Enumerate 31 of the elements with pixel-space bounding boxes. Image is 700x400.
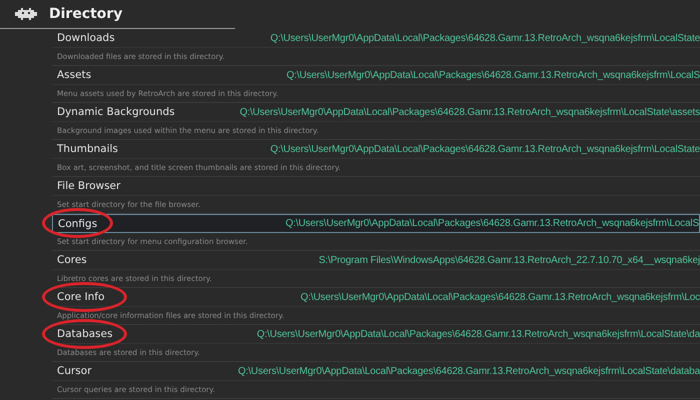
setting-value: Q:\Users\UserMgr0\AppData\Local\Packages\64628.Gamr.13.RetroArch_wsqna6kejsfrm\LocalState [269, 144, 700, 154]
setting-value: Q:\Users\UserMgr0\AppData\Local\Packages\64628.Gamr.13.RetroArch_wsqna6kejsfrm\Loc [299, 292, 700, 302]
setting-row[interactable]: File Browser [52, 177, 700, 196]
page-title: Directory [49, 6, 122, 22]
setting-value: Q:\Users\UserMgr0\AppData\Local\Packages\64628.Gamr.13.RetroArch_wsqna6kejsfrm\LocalState\assets [238, 106, 700, 118]
setting-value: Q:\Users\UserMgr0\AppData\Local\Packages\64628.Gamr.13.RetroArch_wsqna6kejsfrm\LocalState\databa [237, 366, 700, 376]
setting-name: Cursor [57, 365, 92, 377]
setting-row[interactable]: Downloads Q:\Users\UserMgr0\AppData\Local\Packages\64628.Gamr.13.RetroArch_wsqna6kejsfrm\LocalState [52, 29, 700, 48]
setting-name: Cores [57, 254, 87, 266]
setting-name: Databases [57, 328, 113, 340]
setting-row[interactable]: Dynamic Backgrounds Q:\Users\UserMgr0\AppData\Local\Packages\64628.Gamr.13.RetroArch_wsqna6kejsfrm\LocalState\assets [52, 103, 700, 122]
setting-value: Q:\Users\UserMgr0\AppData\Local\Packages\64628.Gamr.13.RetroArch_wsqna6kejsfrm\LocalState\da [256, 328, 700, 340]
setting-value: Q:\Users\UserMgr0\AppData\Local\Packages\64628.Gamr.13.RetroArch_wsqna6kejsfrm\LocalState [269, 32, 700, 44]
setting-name: Downloads [57, 32, 115, 44]
setting-name: Assets [57, 69, 92, 81]
setting-row[interactable]: Cursor Q:\Users\UserMgr0\AppData\Local\Packages\64628.Gamr.13.RetroArch_wsqna6kejsfrm\LocalState\databa [52, 362, 700, 381]
setting-row[interactable]: Configs Q:\Users\UserMgr0\AppData\Local\Packages\64628.Gamr.13.RetroArch_wsqna6kejsfrm\LocalS [52, 214, 700, 233]
setting-name: Dynamic Backgrounds [57, 106, 175, 118]
setting-value: S:\Program Files\WindowsApps\64628.Gamr.13.RetroArch_22.7.10.70_x64__wsqna6kej [318, 254, 700, 266]
setting-value: Q:\Users\UserMgr0\AppData\Local\Packages\64628.Gamr.13.RetroArch_wsqna6kejsfrm\LocalS [284, 218, 699, 229]
invader-icon [15, 8, 37, 20]
setting-row[interactable]: Assets Q:\Users\UserMgr0\AppData\Local\Packages\64628.Gamr.13.RetroArch_wsqna6kejsfrm\LocalS [52, 66, 700, 85]
setting-name: File Browser [57, 180, 120, 192]
setting-name: Thumbnails [57, 143, 118, 155]
setting-row[interactable]: Core Info Q:\Users\UserMgr0\AppData\Local\Packages\64628.Gamr.13.RetroArch_wsqna6kejsfrm\Loc [52, 288, 700, 307]
setting-row[interactable]: Databases Q:\Users\UserMgr0\AppData\Local\Packages\64628.Gamr.13.RetroArch_wsqna6kejsfrm\LocalState\da [52, 325, 700, 344]
setting-value: Q:\Users\UserMgr0\AppData\Local\Packages\64628.Gamr.13.RetroArch_wsqna6kejsfrm\LocalS [285, 70, 700, 80]
setting-name: Core Info [57, 291, 105, 303]
setting-row[interactable]: Cores S:\Program Files\WindowsApps\64628.Gamr.13.RetroArch_22.7.10.70_x64__wsqna6kej [52, 251, 700, 270]
setting-name: Configs [58, 218, 98, 230]
setting-row[interactable]: Thumbnails Q:\Users\UserMgr0\AppData\Local\Packages\64628.Gamr.13.RetroArch_wsqna6kejsfrm\LocalState [52, 140, 700, 159]
